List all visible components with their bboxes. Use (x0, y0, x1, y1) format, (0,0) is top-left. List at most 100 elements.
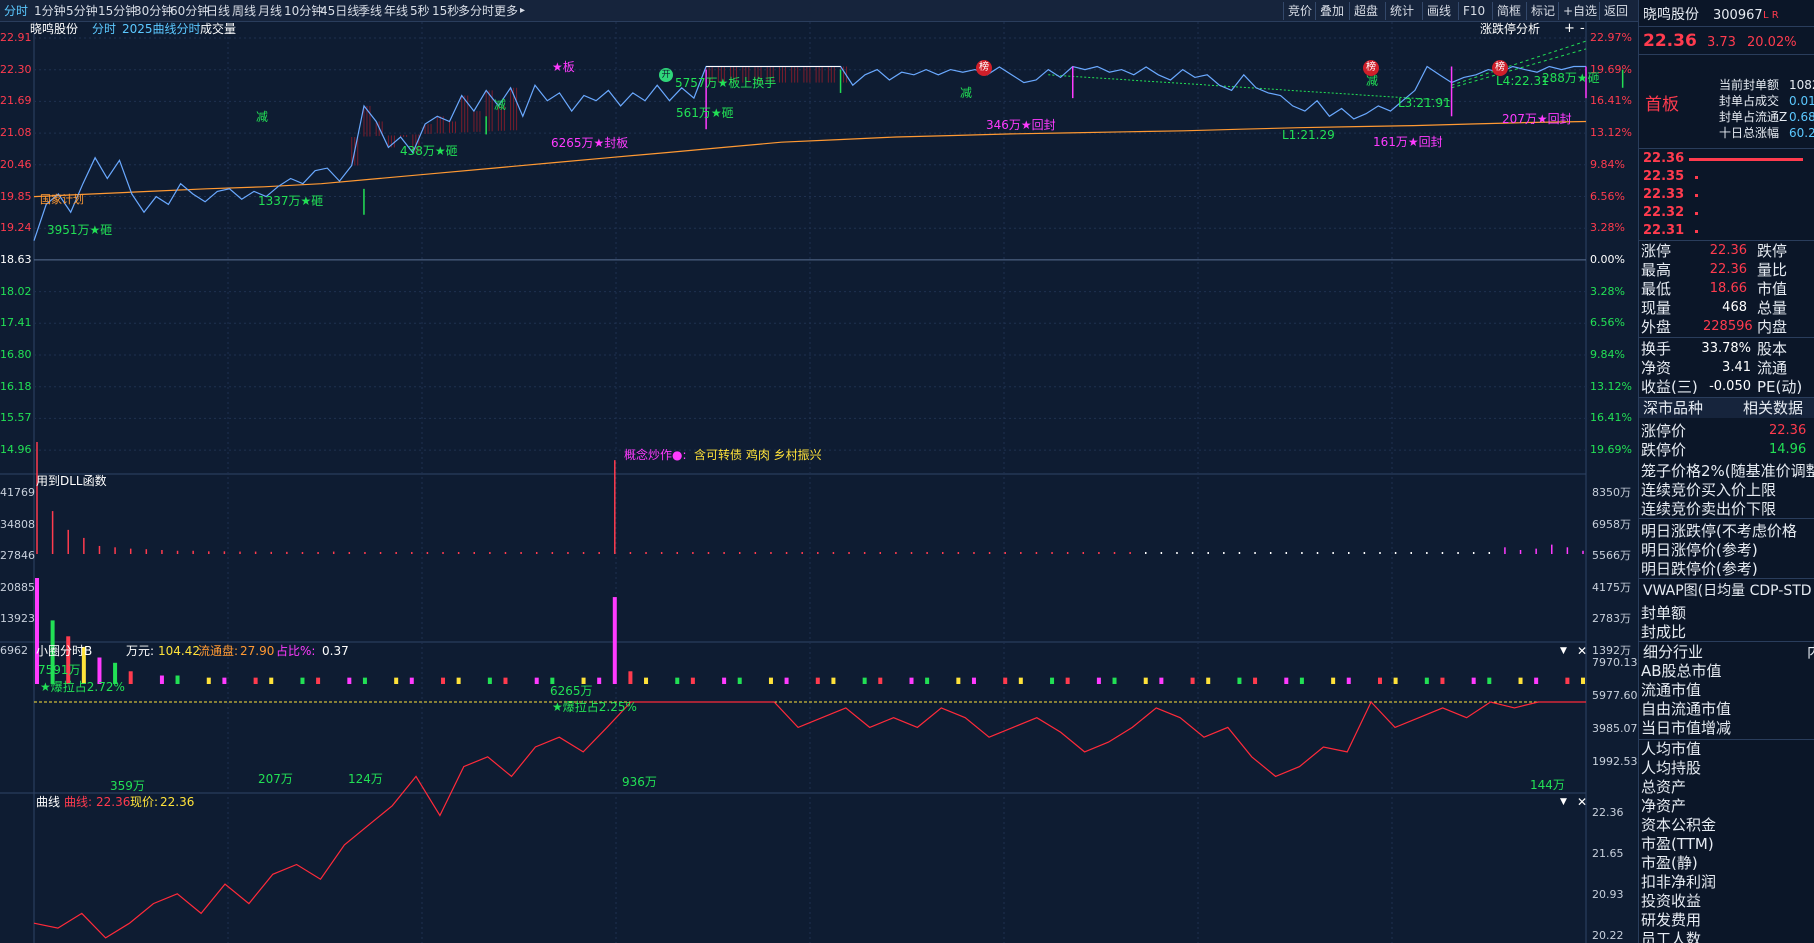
curve-label[interactable]: 2025曲线分时 (122, 22, 201, 36)
curve-right-tick: 20.93 (1592, 888, 1624, 901)
circle-bar (1190, 677, 1195, 684)
first-drop-label: 3951万★砸 (47, 223, 113, 237)
circle-bar (1377, 677, 1382, 684)
toolbar-action-0[interactable]: 竞价 (1288, 3, 1312, 19)
period-tab-3[interactable]: 15分钟 (98, 3, 137, 19)
circle-bar (206, 677, 211, 684)
circle-panel-close-icon[interactable]: ✕ (1577, 644, 1587, 658)
period-tab-1[interactable]: 1分钟 (34, 3, 66, 19)
toolbar-action-8[interactable]: +自选 (1563, 3, 1597, 19)
circle-bar (1440, 677, 1445, 684)
quote-label: 外盘 (1641, 318, 1672, 336)
circle-bar (1299, 677, 1304, 684)
analysis-button[interactable]: 涨跌停分析 (1480, 22, 1540, 36)
period-tab-15[interactable]: 多分时 (458, 3, 494, 19)
board-badge-1[interactable]: 榜 (976, 60, 992, 76)
dll-left-tick: 41769 (0, 486, 35, 499)
quote2-value: -0.050 (1709, 379, 1751, 394)
quote-label-right: 市值 (1757, 280, 1788, 298)
chart-mode[interactable]: 分时 (92, 22, 116, 36)
pct-tick: 16.41% (1590, 411, 1632, 425)
circle-label-g: 936万 (622, 775, 657, 789)
period-tab-13[interactable]: 5秒 (410, 3, 430, 19)
fin-line: 当日市值增减 (1641, 719, 1732, 737)
period-tab-0[interactable]: 分时 (4, 3, 28, 19)
circle-bar (1534, 677, 1539, 684)
chart-stock-name: 晓鸣股份 (30, 22, 79, 36)
market-tab[interactable]: 深市品种 (1643, 399, 1703, 417)
toolbar-action-2[interactable]: 超盘 (1354, 3, 1378, 19)
limit-label: 跌停价 (1641, 441, 1687, 459)
quote-label: 最低 (1641, 280, 1672, 298)
toolbar-action-7[interactable]: 标记 (1531, 3, 1555, 19)
pct-tick: 9.84% (1590, 157, 1625, 171)
seal-stat-line: 封单额 (1641, 604, 1687, 622)
pct-tick: 22.97% (1590, 31, 1632, 44)
dll-right-tick: 4175万 (1592, 580, 1631, 594)
side-change: 3.73 (1707, 35, 1736, 50)
fin2-line: 员工人数 (1641, 930, 1702, 943)
circle-bar (222, 677, 227, 684)
level-L4: L4:22.31 (1496, 74, 1549, 88)
circle-bar (534, 677, 539, 684)
circle-bar (1284, 677, 1289, 684)
circle-bar (1331, 677, 1336, 684)
circle-bar (1096, 677, 1101, 684)
toolbar-action-3[interactable]: 统计 (1390, 3, 1414, 19)
volume-label[interactable]: 成交量 (200, 22, 236, 36)
pct-tick: 9.84% (1590, 348, 1625, 361)
curve-panel-close-icon[interactable]: ✕ (1577, 795, 1587, 809)
quote-value: 468 (1722, 300, 1747, 315)
zoom-in-button[interactable]: + (1564, 22, 1575, 36)
period-tab-5[interactable]: 60分钟 (170, 3, 209, 19)
price-tick: 18.02 (0, 284, 32, 298)
board-badge-3[interactable]: 榜 (1492, 60, 1508, 76)
quote-label: 现量 (1641, 299, 1672, 317)
toolbar-action-9[interactable]: 返回 (1604, 3, 1628, 19)
intraday-chart[interactable] (0, 22, 1638, 943)
vwap-label[interactable]: VWAP图(日均量 CDP-STD (1643, 582, 1812, 600)
pct-tick: 0.00% (1590, 252, 1625, 266)
board-badge-2[interactable]: 榜 (1363, 60, 1379, 76)
zoom-out-button[interactable]: - (1580, 22, 1585, 36)
circle-bar (815, 677, 820, 684)
jian-label-2: 减 (494, 98, 507, 112)
period-tab-9[interactable]: 10分钟 (284, 3, 323, 19)
toolbar-action-5[interactable]: F10 (1463, 3, 1485, 19)
circle-bar (1050, 677, 1055, 684)
dll-right-tick: 6958万 (1592, 517, 1631, 531)
quote2-label-right: 流通 (1757, 359, 1788, 377)
period-tab-6[interactable]: 日线 (206, 3, 230, 19)
seal-stat-line: 封成比 (1641, 623, 1687, 641)
open-badge[interactable]: 开 (659, 68, 673, 82)
period-tab-11[interactable]: 季线 (358, 3, 382, 19)
concept-label: 概念炒作●: (624, 448, 687, 462)
quote2-label: 净资 (1641, 359, 1672, 377)
quote-value: 228596 (1703, 319, 1753, 334)
period-tab-8[interactable]: 月线 (258, 3, 282, 19)
period-tab-12[interactable]: 年线 (384, 3, 408, 19)
related-data-tab[interactable]: 相关数据 (1743, 399, 1803, 417)
price-tick: 20.46 (0, 157, 32, 171)
drop-label-1337: 1337万★砸 (258, 194, 324, 208)
curve-panel-menu-icon[interactable]: ▼ (1560, 795, 1567, 809)
circle-bar (1143, 677, 1148, 684)
circle-panel-menu-icon[interactable]: ▼ (1560, 644, 1567, 658)
more-arrow-icon[interactable]: ▸ (520, 3, 525, 19)
toolbar-separator (1458, 2, 1459, 20)
toolbar-action-6[interactable]: 简框 (1497, 3, 1521, 19)
period-tab-16[interactable]: 更多 (494, 3, 518, 19)
period-tab-7[interactable]: 周线 (232, 3, 256, 19)
period-tab-10[interactable]: 45日线 (320, 3, 359, 19)
reseal-label-161: 161万★回封 (1373, 135, 1443, 149)
toolbar-action-1[interactable]: 叠加 (1320, 3, 1344, 19)
period-tab-4[interactable]: 30分钟 (134, 3, 173, 19)
circle-bar (1237, 677, 1242, 684)
price-tick: 22.91 (0, 31, 32, 44)
toolbar-separator (1349, 2, 1350, 20)
period-tab-14[interactable]: 15秒 (432, 3, 459, 19)
toolbar-action-4[interactable]: 画线 (1427, 3, 1451, 19)
period-tab-2[interactable]: 5分钟 (66, 3, 98, 19)
circle-right-tick: 7970.13 (1592, 656, 1638, 669)
float-value: 27.90 (240, 644, 275, 658)
